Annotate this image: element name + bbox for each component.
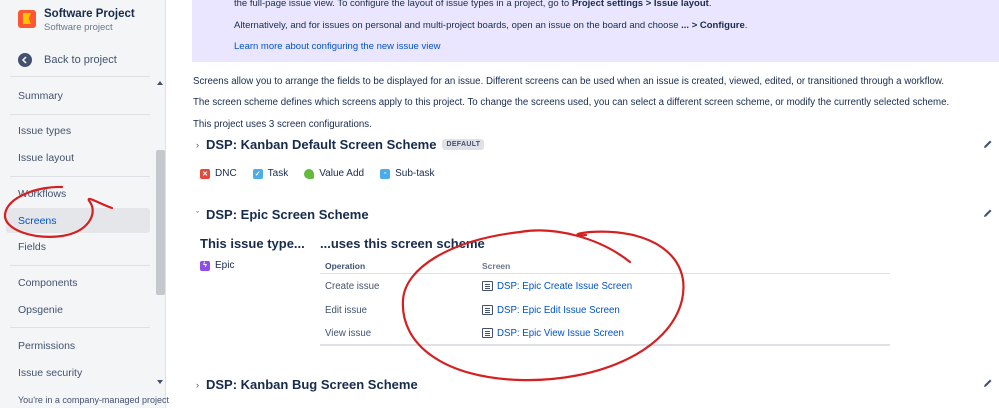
divider [10,114,150,115]
info-banner: the full-page issue view. To configure t… [192,0,999,62]
scroll-down-icon[interactable] [157,380,163,384]
project-name: Software Project [44,8,135,20]
sidebar-item-issue-security[interactable]: Issue security [18,367,82,379]
learn-more-link[interactable]: Learn more about configuring the new iss… [234,41,440,52]
screen-scheme-heading: ...uses this screen scheme [320,236,485,251]
chevron-right-icon[interactable]: › [196,380,204,390]
sidebar-item-issue-layout[interactable]: Issue layout [18,152,74,164]
screen-cell: DSP: Epic Edit Issue Screen [482,305,890,316]
banner-line-2: Alternatively, and for issues on persona… [234,20,747,31]
sidebar-item-screens[interactable]: Screens [18,215,57,227]
divider [10,327,150,328]
issue-type-label: Task [267,168,289,179]
intro-paragraph-3: This project uses 3 screen configuration… [193,119,372,130]
screen-icon [482,305,493,315]
issue-type-dnc: ✕ DNC [200,168,237,179]
sidebar-item-workflows[interactable]: Workflows [18,188,66,200]
banner-line-1: the full-page issue view. To configure t… [234,0,711,9]
scheme-name[interactable]: DSP: Kanban Default Screen Scheme [206,137,436,152]
scroll-up-icon[interactable] [157,81,163,85]
task-icon: ✓ [252,168,263,179]
screen-icon [482,281,493,291]
operation-cell: Create issue [325,280,380,292]
intro-paragraph-2: The screen scheme defines which screens … [193,97,950,108]
divider [10,176,150,177]
sidebar-item-permissions[interactable]: Permissions [18,340,75,352]
screen-icon [482,328,493,338]
table-header: Operation Screen [320,258,890,274]
project-type: Software project [44,22,113,33]
banner-path: ... > Configure [681,20,745,31]
issue-type-heading: This issue type... [200,236,305,251]
pencil-icon[interactable] [983,208,993,218]
screen-link[interactable]: DSP: Epic Create Issue Screen [497,281,632,292]
column-header-screen: Screen [482,260,511,271]
screens-table: Operation Screen Create issue DSP: Epic … [320,258,890,346]
sidebar: Software Project Software project Back t… [0,0,169,408]
issue-type-task: ✓ Task [252,168,289,179]
chevron-down-icon[interactable]: ˇ [196,210,204,220]
issue-type-label: Sub-task [395,168,435,179]
screen-cell: DSP: Epic Create Issue Screen [482,281,890,292]
issue-type-sub-task: ▫ Sub-task [380,168,435,179]
back-to-project-button[interactable]: Back to project [18,52,158,68]
back-label: Back to project [44,54,117,66]
table-row: Create issue DSP: Epic Create Issue Scre… [320,274,890,298]
company-managed-note: You're in a company-managed project [18,395,169,405]
divider [10,76,150,77]
issue-type-epic: ϟ Epic [200,260,234,271]
scheme-header-epic: ˇ DSP: Epic Screen Scheme [196,207,369,222]
scheme-name[interactable]: DSP: Kanban Bug Screen Scheme [206,377,418,392]
value-add-icon [304,168,315,179]
banner-text: the full-page issue view. To configure t… [234,0,572,9]
sidebar-scrollbar[interactable] [155,80,166,390]
banner-text: Alternatively, and for issues on persona… [234,20,682,31]
table-row: Edit issue DSP: Epic Edit Issue Screen [320,298,890,322]
arrow-left-icon [18,53,32,67]
operation-cell: View issue [325,327,372,339]
banner-text: . [744,20,748,31]
screen-cell: DSP: Epic View Issue Screen [482,328,890,339]
banner-text: . [708,0,712,9]
sidebar-item-fields[interactable]: Fields [18,241,46,253]
sidebar-item-issue-types[interactable]: Issue types [18,125,71,137]
scheme-name[interactable]: DSP: Epic Screen Scheme [206,207,369,222]
issue-types-row: ✕ DNC ✓ Task Value Add ▫ Sub-task [200,168,451,179]
table-row: View issue DSP: Epic View Issue Screen [320,322,890,346]
column-header-operation: Operation [325,260,366,271]
scheme-header-default: › DSP: Kanban Default Screen Scheme DEFA… [196,137,485,152]
divider [10,265,150,266]
pencil-icon[interactable] [983,139,993,149]
pencil-icon[interactable] [983,378,993,388]
scheme-header-bug: › DSP: Kanban Bug Screen Scheme [196,377,418,392]
screen-link[interactable]: DSP: Epic Edit Issue Screen [497,305,620,316]
chevron-right-icon[interactable]: › [196,140,204,150]
operation-cell: Edit issue [325,304,367,316]
scrollbar-thumb[interactable] [156,150,165,295]
project-logo-icon [18,10,36,28]
issue-type-label: Value Add [319,168,365,179]
default-badge: DEFAULT [442,139,485,150]
dnc-icon: ✕ [200,168,210,179]
issue-type-value-add: Value Add [304,168,364,179]
intro-paragraph-1: Screens allow you to arrange the fields … [193,76,945,87]
sidebar-item-summary[interactable]: Summary [18,90,63,102]
screen-link[interactable]: DSP: Epic View Issue Screen [497,328,624,339]
subtask-icon: ▫ [380,168,391,179]
banner-path: Project settings > Issue layout [571,0,709,9]
issue-type-label: DNC [215,168,237,179]
epic-icon: ϟ [200,260,210,271]
sidebar-item-components[interactable]: Components [18,277,78,289]
issue-type-label: Epic [215,260,235,271]
sidebar-item-opsgenie[interactable]: Opsgenie [18,304,63,316]
